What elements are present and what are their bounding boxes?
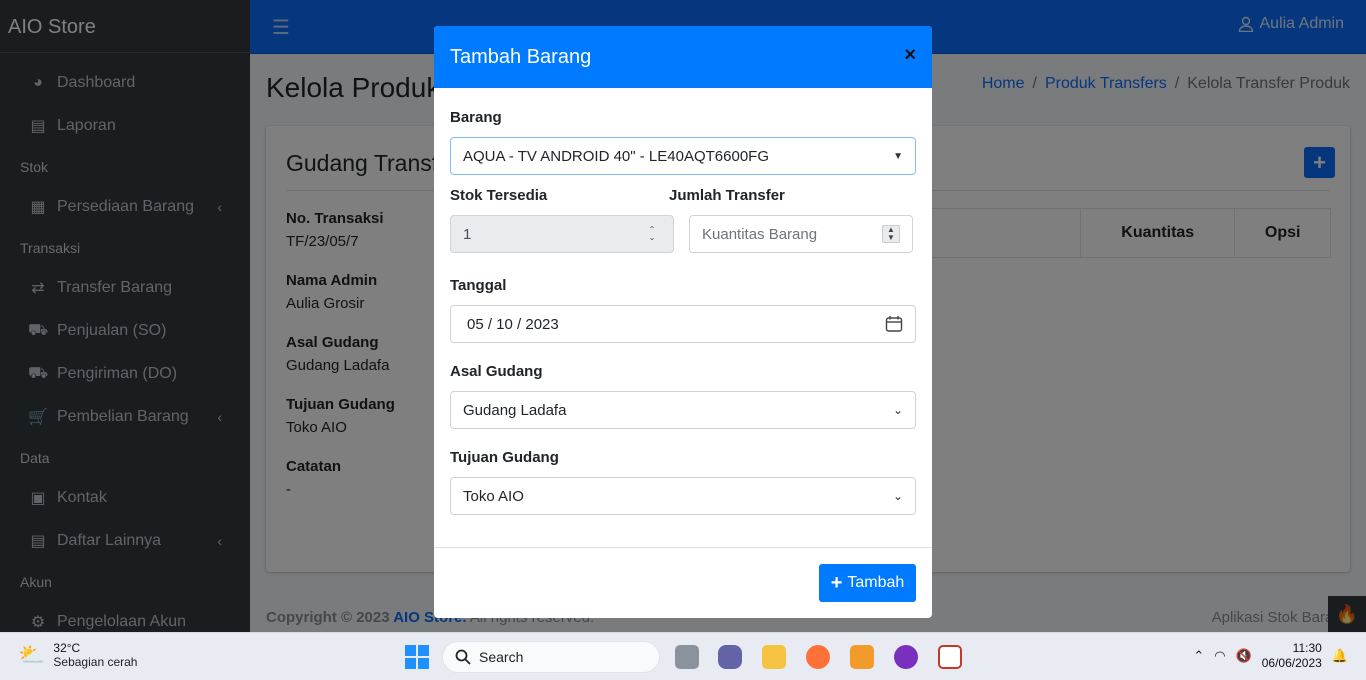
plus-icon: + bbox=[830, 571, 843, 594]
modal-footer bbox=[434, 547, 932, 548]
xampp-icon[interactable] bbox=[894, 645, 918, 669]
barang-value: AQUA - TV ANDROID 40" - LE40AQT6600FG bbox=[463, 147, 769, 165]
notification-icon[interactable]: 🔔 bbox=[1332, 648, 1348, 664]
search-label: Search bbox=[479, 649, 524, 665]
asal-value: Gudang Ladafa bbox=[463, 401, 567, 419]
clock-date: 06/06/2023 bbox=[1261, 656, 1322, 670]
chevron-down-icon: ⌄ bbox=[892, 489, 903, 503]
asal-gudang-select[interactable]: Gudang Ladafa ⌄ bbox=[450, 391, 916, 429]
tanggal-date-input[interactable]: 05 / 10 / 2023 bbox=[450, 305, 916, 343]
partly-cloudy-icon: ⛅ bbox=[18, 642, 46, 667]
chat-icon[interactable] bbox=[718, 645, 742, 669]
weather-desc: Sebagian cerah bbox=[53, 655, 138, 669]
asal-label: Asal Gudang bbox=[450, 363, 543, 380]
windows-start-icon[interactable] bbox=[405, 645, 429, 669]
tanggal-value: 05 / 10 / 2023 bbox=[467, 315, 559, 333]
taskbar-search[interactable]: Search bbox=[442, 641, 660, 673]
spinner-icon[interactable]: ▲ ▼ bbox=[882, 225, 900, 243]
search-icon bbox=[455, 649, 471, 665]
chevron-down-icon: ⌄ bbox=[892, 403, 903, 417]
tanggal-label: Tanggal bbox=[450, 277, 507, 294]
wifi-icon[interactable]: ◠ bbox=[1214, 648, 1225, 664]
task-view-icon[interactable] bbox=[675, 645, 699, 669]
speaker-muted-icon[interactable]: 🔇 bbox=[1236, 648, 1252, 664]
stok-value: 1 bbox=[463, 225, 472, 243]
tambah-label: Tambah bbox=[847, 574, 905, 591]
barang-select[interactable]: AQUA - TV ANDROID 40" - LE40AQT6600FG ▼ bbox=[450, 137, 916, 175]
chevron-up-icon[interactable]: ⌃ bbox=[1193, 648, 1204, 664]
calendar-icon[interactable] bbox=[885, 315, 903, 333]
spinner-icon: ⌃ ⌄ bbox=[648, 225, 656, 242]
stok-label: Stok Tersedia bbox=[450, 187, 548, 204]
modal-title: Tambah Barang bbox=[450, 46, 592, 68]
weather-temp: 32°C bbox=[53, 641, 81, 655]
stok-tersedia-field: 1 ⌃ ⌄ bbox=[450, 215, 674, 253]
modal-header: Tambah Barang × bbox=[434, 26, 932, 88]
firefox-icon[interactable] bbox=[806, 645, 830, 669]
tujuan-value: Toko AIO bbox=[463, 487, 524, 505]
caret-down-icon: ▼ bbox=[893, 150, 903, 162]
tujuan-gudang-select[interactable]: Toko AIO ⌄ bbox=[450, 477, 916, 515]
sublime-text-icon[interactable] bbox=[850, 645, 874, 669]
clock-time: 11:30 bbox=[1292, 641, 1322, 655]
jumlah-placeholder: Kuantitas Barang bbox=[702, 225, 818, 243]
barang-label: Barang bbox=[450, 109, 502, 126]
windows-taskbar: ⛅ 32°C Sebagian cerah Search ⌃ ◠ 🔇 11:30… bbox=[0, 632, 1366, 680]
jumlah-transfer-input[interactable]: Kuantitas Barang ▲ ▼ bbox=[689, 215, 913, 253]
tujuan-label: Tujuan Gudang bbox=[450, 449, 559, 466]
weather-widget[interactable]: ⛅ 32°C Sebagian cerah bbox=[18, 641, 137, 669]
snipping-tool-icon[interactable] bbox=[938, 645, 962, 669]
file-explorer-icon[interactable] bbox=[762, 645, 786, 669]
close-icon[interactable]: × bbox=[904, 44, 916, 67]
jumlah-label: Jumlah Transfer bbox=[669, 187, 785, 204]
tambah-barang-modal: Tambah Barang × Barang AQUA - TV ANDROID… bbox=[434, 26, 932, 618]
system-tray: ⌃ ◠ 🔇 11:30 06/06/2023 🔔 bbox=[1193, 641, 1348, 671]
clock[interactable]: 11:30 06/06/2023 bbox=[1262, 641, 1322, 671]
tambah-button[interactable]: + Tambah bbox=[819, 564, 916, 602]
